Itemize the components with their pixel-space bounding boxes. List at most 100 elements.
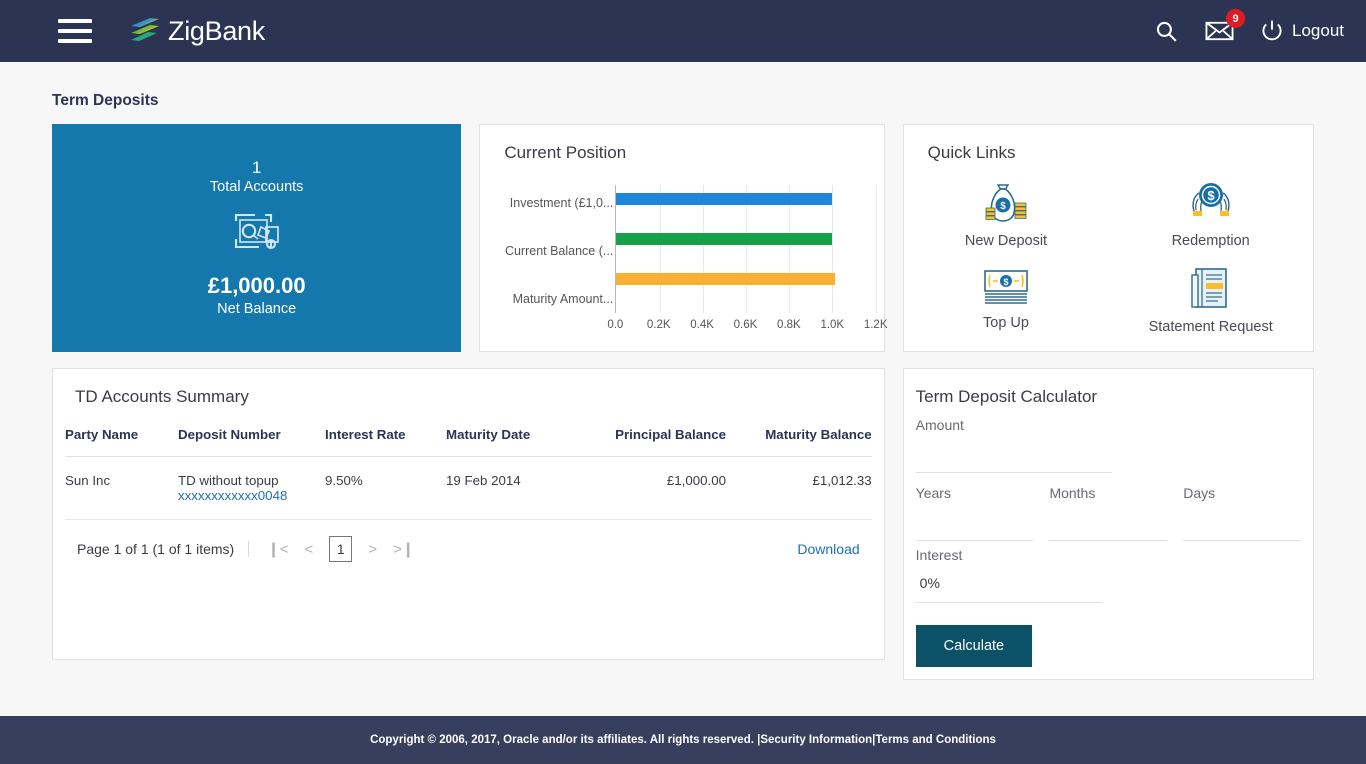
download-link[interactable]: Download [797,541,859,557]
table-row[interactable]: Sun Inc TD without topup xxxxxxxxxxxx004… [65,456,872,520]
amount-label: Amount [915,417,964,433]
brand-name: ZigBank [168,15,265,46]
quick-link-redemption[interactable]: $ Redemption [1108,171,1313,255]
cell-maturity-balance: £1,012.33 [726,456,872,520]
td-accounts-summary-panel: TD Accounts Summary Party Name Deposit N… [52,368,885,660]
chart-x-tick-label: 1.0K [820,319,845,331]
net-balance-amount: £1,000.00 [207,272,306,298]
months-field-group: Months [1049,485,1168,541]
zigbank-logo-icon [131,18,159,41]
current-position-title: Current Position [504,143,627,162]
quick-link-label: Statement Request [1148,319,1273,335]
days-label: Days [1183,485,1216,501]
mail-badge: 9 [1226,9,1245,28]
quick-links-panel: Quick Links $ New Deposit $ Redemption $… [902,124,1314,352]
deposit-number-link[interactable]: xxxxxxxxxxxx0048 [178,488,325,503]
app-footer: Copyright © 2006, 2017, Oracle and/or it… [0,716,1366,764]
column-header-deposit-number: Deposit Number [178,421,325,457]
term-deposit-calculator-panel: Term Deposit Calculator Amount Years Mon… [902,368,1314,680]
td-accounts-table: Party Name Deposit Number Interest Rate … [65,421,872,520]
term-deposit-icon [231,211,283,260]
months-label: Months [1049,485,1096,501]
quick-link-label: Redemption [1171,233,1250,249]
terms-and-conditions-link[interactable]: Terms and Conditions [875,734,996,746]
days-input[interactable] [1183,501,1301,541]
app-header: ZigBank 9 Logout [0,0,1366,62]
chart-x-axis: 0.0 0.2K 0.4K 0.6K 0.8K 1.0K 1.2K [607,319,887,339]
current-page-number[interactable]: 1 [329,536,353,562]
banknote-icon: $ [984,270,1028,304]
chart-x-tick-label: 0.0 [607,319,624,331]
column-header-party-name: Party Name [65,421,178,457]
mail-icon[interactable]: 9 [1205,9,1245,42]
chart-category-label: Investment (£1,0... [509,196,614,210]
cell-deposit-number: TD without topup xxxxxxxxxxxx0048 [178,456,325,520]
chart-bar-current-balance [616,233,833,245]
chart-gridline [875,185,877,313]
chart-x-tick-label: 0.8K [777,319,801,331]
calculate-button[interactable]: Calculate [915,625,1033,667]
chart-category-labels: Investment (£1,0... Current Balance (...… [488,193,613,309]
cell-principal-balance: £1,000.00 [578,456,726,520]
chart-bars [616,193,875,285]
statement-document-icon [1190,268,1227,308]
current-position-chart: Investment (£1,0... Current Balance (...… [480,185,888,355]
pagination-info: Page 1 of 1 (1 of 1 items) [77,541,250,557]
power-icon [1262,20,1282,41]
cell-party-name: Sun Inc [65,456,178,520]
column-header-interest-rate: Interest Rate [325,421,446,457]
chart-bar-maturity-amount [616,273,836,285]
td-accounts-summary-title: TD Accounts Summary [75,387,249,406]
hamburger-menu-icon[interactable] [58,19,92,43]
chart-x-tick-label: 0.2K [646,319,671,331]
total-accounts-tile[interactable]: 1 Total Accounts £1,000.00 Net Balance [52,124,462,352]
money-bag-icon: $ [985,184,1027,222]
deposit-name: TD without topup [178,473,279,488]
column-header-principal-balance: Principal Balance [578,421,726,457]
svg-text:$: $ [1207,188,1215,203]
amount-input[interactable] [915,433,1112,473]
column-header-maturity-date: Maturity Date [446,421,578,457]
chart-category-label: Current Balance (... [504,244,614,258]
table-pagination: Page 1 of 1 (1 of 1 items) ❙< < 1 > >❙ D… [65,520,872,562]
interest-input[interactable] [915,563,1102,603]
svg-text:$: $ [1000,201,1006,212]
footer-copyright: Copyright © 2006, 2017, Oracle and/or it… [370,734,761,746]
quick-link-top-up[interactable]: $ Top Up [904,257,1109,341]
brand-logo[interactable]: ZigBank [128,16,265,47]
interest-field-group: Interest [915,547,1102,603]
years-input[interactable] [915,501,1034,541]
svg-text:$: $ [1003,277,1008,287]
chart-plot-area [615,185,877,313]
net-balance-label: Net Balance [217,301,297,318]
total-accounts-count: 1 [251,157,262,177]
quick-link-new-deposit[interactable]: $ New Deposit [904,171,1109,255]
logout-button[interactable]: Logout [1260,19,1344,43]
years-field-group: Years [915,485,1034,541]
calculator-title: Term Deposit Calculator [915,387,1098,406]
logout-label: Logout [1292,21,1344,40]
chart-bar-investment [616,193,833,205]
chart-x-tick-label: 1.2K [863,319,888,331]
years-label: Years [915,485,951,501]
search-icon[interactable] [1154,19,1179,44]
table-header-row: Party Name Deposit Number Interest Rate … [65,421,872,457]
quick-link-statement-request[interactable]: Statement Request [1108,257,1313,341]
security-information-link[interactable]: Security Information [760,734,872,746]
chart-x-tick-label: 0.4K [690,319,714,331]
hands-holding-coin-icon: $ [1192,183,1230,216]
current-position-panel: Current Position Investment (£1,0... Cur… [479,124,888,355]
cell-maturity-date: 19 Feb 2014 [446,456,578,520]
days-field-group: Days [1183,485,1301,541]
quick-link-label: Top Up [983,315,1029,331]
last-page-icon[interactable]: >❙ [393,540,414,558]
months-input[interactable] [1049,501,1168,541]
quick-link-label: New Deposit [964,233,1048,249]
chart-x-tick-label: 0.6K [733,319,758,331]
next-page-icon[interactable]: > [368,541,377,558]
previous-page-icon[interactable]: < [305,541,314,558]
quick-links-title: Quick Links [927,143,1016,162]
first-page-icon[interactable]: ❙< [267,540,288,558]
page-title: Term Deposits [52,92,159,109]
cell-interest-rate: 9.50% [325,456,446,520]
